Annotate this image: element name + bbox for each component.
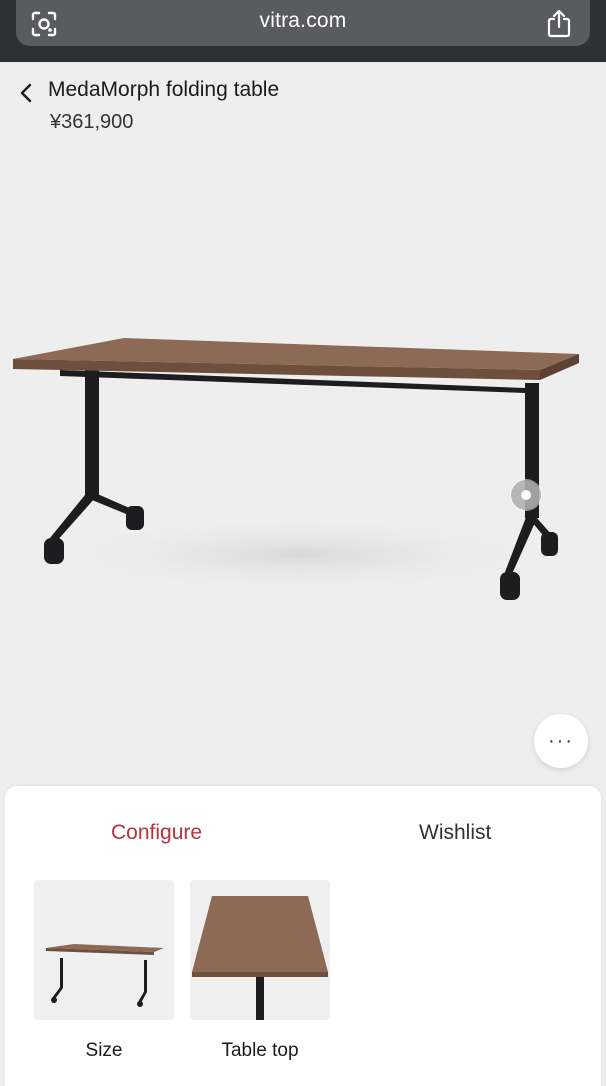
size-option-card[interactable] xyxy=(34,880,174,1020)
hotspot-icon[interactable] xyxy=(511,480,541,510)
more-options-button[interactable]: ··· xyxy=(534,714,588,768)
product-price: ¥361,900 xyxy=(50,111,134,133)
browser-bar: vitra.com xyxy=(0,0,606,62)
tab-wishlist[interactable]: Wishlist xyxy=(419,821,491,845)
tab-configure[interactable]: Configure xyxy=(111,821,202,845)
size-thumbnail xyxy=(46,944,164,1007)
url-text[interactable]: vitra.com xyxy=(16,9,590,33)
product-viewer[interactable] xyxy=(0,140,606,780)
table-top-option-label: Table top xyxy=(221,1040,299,1061)
size-option-label: Size xyxy=(85,1040,123,1061)
share-icon[interactable] xyxy=(546,8,572,38)
table-image xyxy=(13,338,579,600)
address-bar[interactable]: vitra.com xyxy=(16,0,590,46)
chevron-left-icon[interactable] xyxy=(18,82,34,104)
page-title: MedaMorph folding table xyxy=(48,78,280,101)
table-top-option-card[interactable] xyxy=(190,880,330,1020)
configurator-sheet: Configure Wishlist Size Table top xyxy=(5,786,601,1086)
table-top-thumbnail xyxy=(192,896,328,1020)
